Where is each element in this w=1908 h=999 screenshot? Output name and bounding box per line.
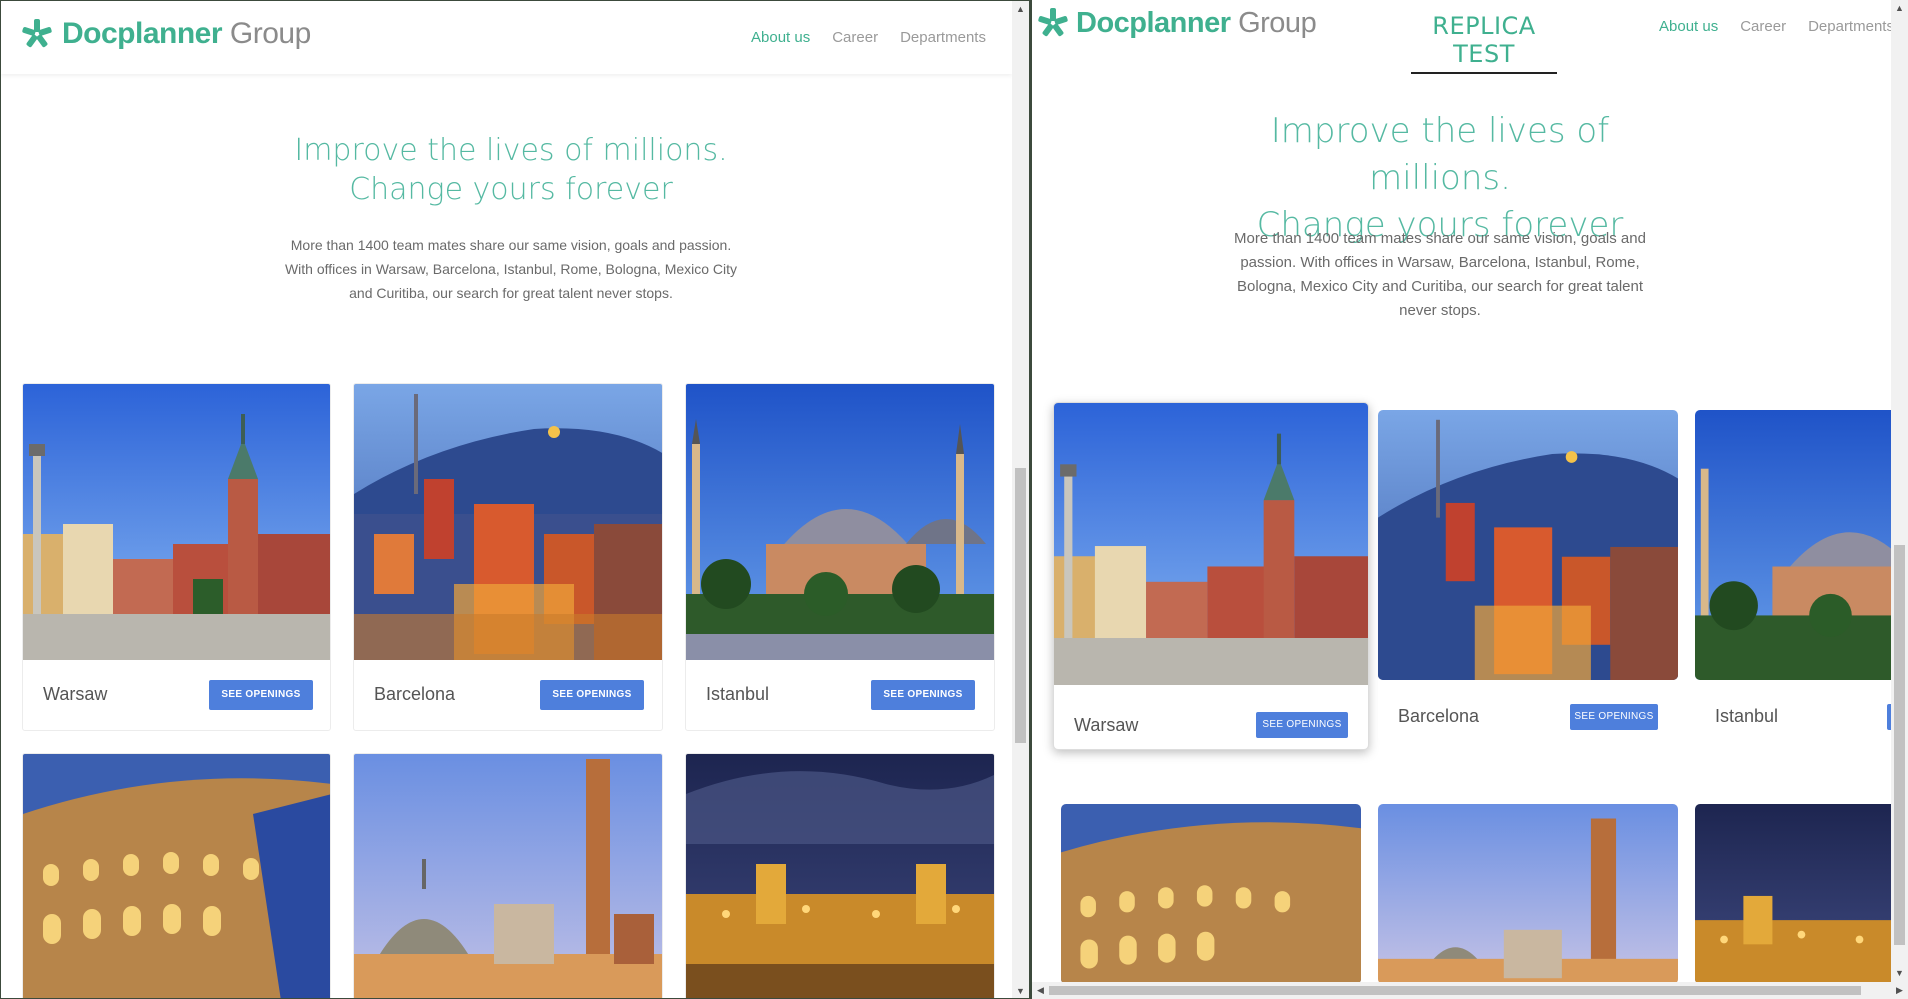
card-city-name: Istanbul — [706, 684, 770, 704]
docplanner-star-icon — [22, 19, 52, 48]
see-openings-button[interactable]: SEE OPENINGS — [209, 680, 313, 710]
hero-line-2: Change yours forever — [349, 172, 673, 207]
original-page: Docplanner Group About us Career Departm… — [0, 0, 1030, 999]
logo-text-group: Group — [229, 17, 311, 50]
replica-test-label: REPLICA TEST — [1411, 12, 1557, 74]
barcelona-photo — [1378, 410, 1678, 680]
nav-departments[interactable]: Departments — [1808, 18, 1894, 35]
rome-photo — [23, 754, 330, 998]
replica-horizontal-scrollbar[interactable]: ◀ ▶ — [1032, 982, 1908, 999]
scroll-up-arrow-icon[interactable]: ▲ — [1012, 1, 1029, 18]
scroll-up-arrow-icon[interactable]: ▲ — [1891, 0, 1908, 17]
city-card-rome — [22, 753, 331, 998]
replica-city-card-rome — [1061, 804, 1361, 984]
barcelona-photo — [354, 384, 662, 660]
hero-text-line: With offices in Warsaw, Barcelona, Istan… — [284, 261, 738, 277]
city-card-barcelona: Barcelona SEE OPENINGS — [353, 383, 663, 731]
card-city-name: Warsaw — [1074, 715, 1139, 735]
hero-line-1: Improve the lives of millions. — [1270, 111, 1610, 198]
scrollbar-thumb[interactable] — [1015, 468, 1026, 743]
card-city-name: Warsaw — [43, 684, 108, 704]
nav-career[interactable]: Career — [832, 29, 878, 46]
replica-site-logo[interactable]: Docplanner Group — [1036, 6, 1317, 40]
replica-city-card-warsaw: Warsaw SEE OPENINGS — [1053, 402, 1369, 750]
card-city-name: Istanbul — [1715, 706, 1779, 726]
bologna-photo — [1378, 804, 1678, 984]
scroll-left-arrow-icon[interactable]: ◀ — [1032, 982, 1049, 999]
replica-city-card-bologna — [1378, 804, 1678, 984]
logo-text-docplanner: Docplanner — [62, 17, 223, 50]
scrollbar-thumb[interactable] — [1894, 545, 1905, 945]
nav-departments[interactable]: Departments — [900, 29, 986, 46]
hero-text-line: never stops. — [1399, 302, 1481, 319]
replica-city-card-barcelona: Barcelona SEE OPENINGS — [1378, 410, 1678, 740]
city-card-bologna — [353, 753, 663, 998]
screenshot: Docplanner Group About us Career Departm… — [0, 0, 1908, 999]
hero-description: More than 1400 team mates share our same… — [231, 233, 791, 305]
replica-hero-description: More than 1400 team mates share our same… — [1200, 227, 1680, 323]
card-city-name: Barcelona — [1398, 706, 1480, 726]
see-openings-button[interactable]: SEE OPENINGS — [540, 680, 644, 710]
see-openings-button[interactable]: SEE OPENINGS — [1256, 712, 1348, 738]
nav-about-us[interactable]: About us — [751, 29, 810, 46]
mexico-city-photo — [686, 754, 994, 998]
mexico-city-photo — [1695, 804, 1905, 984]
hero-text-line: Bologna, Mexico City and Curitiba, our s… — [1236, 278, 1644, 295]
vertical-scrollbar[interactable]: ▲ ▼ — [1012, 1, 1029, 998]
scroll-down-arrow-icon[interactable]: ▼ — [1891, 965, 1908, 982]
logo-text-group: Group — [1238, 6, 1317, 39]
city-card-warsaw: Warsaw SEE OPENINGS — [22, 383, 331, 731]
scroll-right-arrow-icon[interactable]: ▶ — [1891, 982, 1908, 999]
scrollbar-thumb[interactable] — [1049, 986, 1861, 995]
istanbul-photo — [686, 384, 994, 660]
replica-city-card-mexico-city — [1695, 804, 1905, 984]
hero-text-line: More than 1400 team mates share our same… — [1234, 230, 1646, 247]
hero-line-1: Improve the lives of millions. — [294, 133, 728, 168]
main-nav: About us Career Departments — [751, 29, 986, 46]
warsaw-photo — [23, 384, 330, 660]
replica-main-nav: About us Career Departments — [1659, 18, 1894, 35]
hero-text-line: and Curitiba, our search for great talen… — [349, 285, 673, 301]
replica-city-card-istanbul: Istanbul S — [1695, 410, 1905, 740]
nav-career[interactable]: Career — [1740, 18, 1786, 35]
replica-page: Docplanner Group About us Career Departm… — [1030, 0, 1908, 999]
site-header: Docplanner Group About us Career Departm… — [1, 1, 1012, 74]
see-openings-button[interactable]: SEE OPENINGS — [1570, 704, 1658, 730]
istanbul-photo — [1695, 410, 1905, 680]
nav-about-us[interactable]: About us — [1659, 18, 1718, 35]
warsaw-photo — [1054, 403, 1368, 685]
see-openings-button[interactable]: SEE OPENINGS — [871, 680, 975, 710]
hero-heading: Improve the lives of millions. Change yo… — [231, 131, 791, 209]
replica-vertical-scrollbar[interactable]: ▲ ▼ — [1891, 0, 1908, 982]
hero-text-line: passion. With offices in Warsaw, Barcelo… — [1240, 254, 1640, 271]
bologna-photo — [354, 754, 662, 998]
card-city-name: Barcelona — [374, 684, 456, 704]
scroll-down-arrow-icon[interactable]: ▼ — [1012, 983, 1029, 998]
city-card-mexico-city — [685, 753, 995, 998]
hero-text-line: More than 1400 team mates share our same… — [290, 237, 732, 253]
logo-text-docplanner: Docplanner — [1076, 6, 1231, 39]
city-card-istanbul: Istanbul SEE OPENINGS — [685, 383, 995, 731]
docplanner-star-icon — [1038, 8, 1068, 37]
rome-photo — [1061, 804, 1361, 984]
site-logo[interactable]: Docplanner Group — [20, 17, 311, 51]
